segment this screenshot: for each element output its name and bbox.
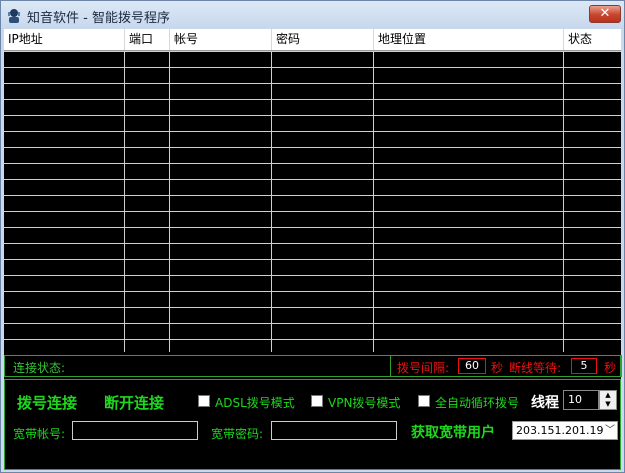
column-header-port[interactable]: 端口: [125, 29, 170, 50]
broadband-account-input[interactable]: [72, 421, 198, 440]
close-icon: ✕: [599, 6, 611, 21]
seconds-unit-2: 秒: [604, 361, 617, 375]
auto-loop-checkbox[interactable]: [418, 395, 430, 407]
interval-settings: 拨号间隔: 60 秒 断线等待: 5 秒: [390, 355, 622, 377]
column-header-account[interactable]: 帐号: [170, 29, 272, 50]
ip-select[interactable]: 203.151.201.19 ﹀: [512, 421, 618, 440]
vpn-mode-label[interactable]: VPN拨号模式: [328, 394, 400, 411]
row-divider: [4, 323, 621, 324]
connection-status-label: 连接状态:: [13, 361, 66, 375]
seconds-unit-1: 秒: [491, 361, 504, 375]
row-divider: [4, 115, 621, 116]
thread-spin-button[interactable]: ▲ ▼: [599, 390, 617, 410]
column-header-status[interactable]: 状态: [564, 29, 621, 50]
row-divider: [4, 339, 621, 340]
disconnect-wait-input[interactable]: 5: [571, 358, 597, 374]
row-divider: [4, 291, 621, 292]
row-divider: [4, 147, 621, 148]
row-divider: [4, 307, 621, 308]
column-header-location[interactable]: 地理位置: [374, 29, 564, 50]
control-panel: 拨号连接 断开连接 ADSL拨号模式 VPN拨号模式 全自动循环拨号 线程 10…: [4, 379, 621, 470]
vpn-mode-checkbox[interactable]: [311, 395, 323, 407]
broadband-password-input[interactable]: [271, 421, 397, 440]
column-header-password[interactable]: 密码: [272, 29, 374, 50]
thread-count-input[interactable]: 10: [563, 390, 599, 410]
row-divider: [4, 51, 621, 52]
row-divider: [4, 179, 621, 180]
account-table[interactable]: IP地址 端口 帐号 密码 地理位置 状态: [4, 29, 621, 352]
spin-down-icon[interactable]: ▼: [600, 400, 616, 409]
app-window: 知音软件 - 智能拨号程序 ✕ IP地址 端口 帐号 密码 地理位置 状态 连接…: [0, 0, 625, 473]
app-headset-icon: [6, 7, 22, 23]
status-panel: 连接状态: 拨号间隔: 60 秒 断线等待: 5 秒: [4, 355, 622, 377]
table-grid: [4, 51, 621, 352]
row-divider: [4, 131, 621, 132]
spin-up-icon[interactable]: ▲: [600, 391, 616, 400]
client-area: IP地址 端口 帐号 密码 地理位置 状态 连接状态: 拨号间隔: 60 秒 断…: [4, 29, 622, 470]
ip-select-value: 203.151.201.19: [516, 424, 604, 437]
table-header: IP地址 端口 帐号 密码 地理位置 状态: [4, 29, 621, 51]
fetch-broadband-users-button[interactable]: 获取宽带用户: [411, 422, 495, 442]
row-divider: [4, 243, 621, 244]
broadband-password-label: 宽带密码:: [211, 427, 264, 441]
chevron-down-icon[interactable]: ﹀: [605, 422, 615, 439]
adsl-mode-checkbox[interactable]: [198, 395, 210, 407]
row-divider: [4, 195, 621, 196]
dial-connect-button[interactable]: 拨号连接: [17, 392, 77, 413]
adsl-mode-label[interactable]: ADSL拨号模式: [215, 394, 295, 411]
thread-label: 线程: [531, 395, 559, 411]
row-divider: [4, 67, 621, 68]
broadband-account-label: 宽带帐号:: [13, 427, 66, 441]
auto-loop-label[interactable]: 全自动循环拨号: [435, 394, 519, 411]
close-button[interactable]: ✕: [589, 5, 621, 23]
row-divider: [4, 211, 621, 212]
title-bar: 知音软件 - 智能拨号程序 ✕: [1, 1, 624, 29]
row-divider: [4, 163, 621, 164]
row-divider: [4, 83, 621, 84]
dial-interval-input[interactable]: 60: [458, 358, 486, 374]
column-header-ip[interactable]: IP地址: [4, 29, 125, 50]
disconnect-wait-label: 断线等待:: [509, 361, 562, 375]
window-title: 知音软件 - 智能拨号程序: [27, 11, 170, 26]
disconnect-button[interactable]: 断开连接: [104, 392, 164, 413]
row-divider: [4, 99, 621, 100]
dial-interval-label: 拨号间隔:: [397, 361, 450, 375]
row-divider: [4, 275, 621, 276]
row-divider: [4, 259, 621, 260]
row-divider: [4, 227, 621, 228]
